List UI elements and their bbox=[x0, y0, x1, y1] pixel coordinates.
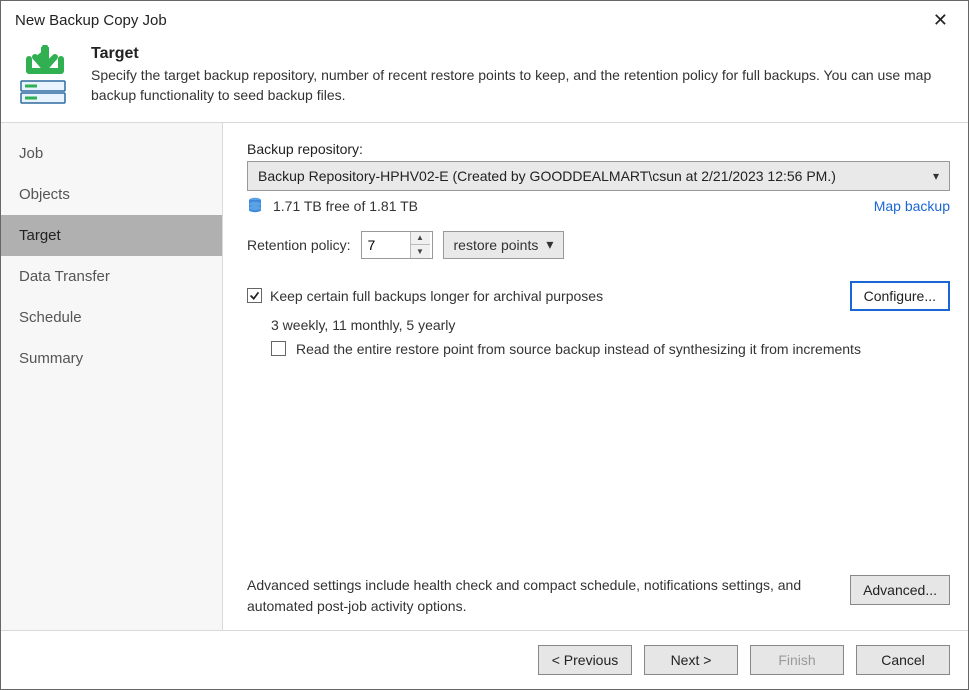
spinner-down-icon[interactable]: ▼ bbox=[411, 245, 430, 258]
wizard-content: Backup repository: Backup Repository-HPH… bbox=[223, 123, 968, 630]
backup-repository-label: Backup repository: bbox=[247, 141, 950, 157]
read-entire-restore-point-checkbox[interactable] bbox=[271, 341, 286, 356]
sidebar-item-schedule[interactable]: Schedule bbox=[1, 297, 222, 338]
wizard-footer: < Previous Next > Finish Cancel bbox=[1, 631, 968, 689]
advanced-area: Advanced settings include health check a… bbox=[247, 575, 950, 616]
page-description: Specify the target backup repository, nu… bbox=[91, 65, 950, 106]
wizard-header: Target Specify the target backup reposit… bbox=[1, 37, 968, 122]
wizard-steps-sidebar: Job Objects Target Data Transfer Schedul… bbox=[1, 123, 223, 630]
sidebar-item-objects[interactable]: Objects bbox=[1, 174, 222, 215]
backup-repository-selected: Backup Repository-HPHV02-E (Created by G… bbox=[258, 168, 836, 184]
read-source-row: Read the entire restore point from sourc… bbox=[271, 341, 950, 357]
previous-button[interactable]: < Previous bbox=[538, 645, 632, 675]
wizard-header-text: Target Specify the target backup reposit… bbox=[91, 45, 950, 106]
map-backup-link[interactable]: Map backup bbox=[874, 198, 950, 214]
gfs-summary: 3 weekly, 11 monthly, 5 yearly bbox=[271, 317, 950, 333]
sidebar-item-summary[interactable]: Summary bbox=[1, 338, 222, 379]
titlebar: New Backup Copy Job ✕ bbox=[1, 1, 968, 37]
finish-button: Finish bbox=[750, 645, 844, 675]
page-title: Target bbox=[91, 45, 950, 63]
retention-unit-dropdown[interactable]: restore points ▾ bbox=[443, 231, 565, 259]
cancel-button[interactable]: Cancel bbox=[856, 645, 950, 675]
retention-unit-selected: restore points bbox=[454, 237, 539, 253]
close-icon[interactable]: ✕ bbox=[925, 9, 956, 31]
free-space-text: 1.71 TB free of 1.81 TB bbox=[273, 198, 418, 214]
chevron-down-icon: ▾ bbox=[933, 169, 939, 183]
wizard-header-icon bbox=[15, 45, 75, 105]
sidebar-item-target[interactable]: Target bbox=[1, 215, 222, 256]
gfs-row: Keep certain full backups longer for arc… bbox=[247, 281, 950, 311]
chevron-down-icon: ▾ bbox=[546, 236, 553, 253]
retention-value-input[interactable] bbox=[362, 232, 410, 258]
configure-button[interactable]: Configure... bbox=[850, 281, 950, 311]
backup-repository-dropdown[interactable]: Backup Repository-HPHV02-E (Created by G… bbox=[247, 161, 950, 191]
retention-policy-label: Retention policy: bbox=[247, 237, 351, 253]
advanced-description: Advanced settings include health check a… bbox=[247, 575, 807, 616]
disk-stack-icon bbox=[247, 197, 263, 215]
window-title: New Backup Copy Job bbox=[15, 12, 167, 29]
sidebar-item-job[interactable]: Job bbox=[1, 133, 222, 174]
keep-full-backups-label: Keep certain full backups longer for arc… bbox=[270, 288, 603, 304]
keep-full-backups-checkbox[interactable] bbox=[247, 288, 262, 303]
sidebar-item-data-transfer[interactable]: Data Transfer bbox=[1, 256, 222, 297]
spinner-up-icon[interactable]: ▲ bbox=[411, 232, 430, 246]
retention-row: Retention policy: ▲ ▼ restore points ▾ bbox=[247, 231, 950, 259]
advanced-button[interactable]: Advanced... bbox=[850, 575, 950, 605]
read-entire-restore-point-label: Read the entire restore point from sourc… bbox=[296, 341, 861, 357]
dialog-new-backup-copy-job: New Backup Copy Job ✕ Target Specify the… bbox=[0, 0, 969, 690]
repo-free-row: 1.71 TB free of 1.81 TB Map backup bbox=[247, 197, 950, 215]
next-button[interactable]: Next > bbox=[644, 645, 738, 675]
wizard-body: Job Objects Target Data Transfer Schedul… bbox=[1, 122, 968, 631]
retention-value-spinner[interactable]: ▲ ▼ bbox=[361, 231, 433, 259]
